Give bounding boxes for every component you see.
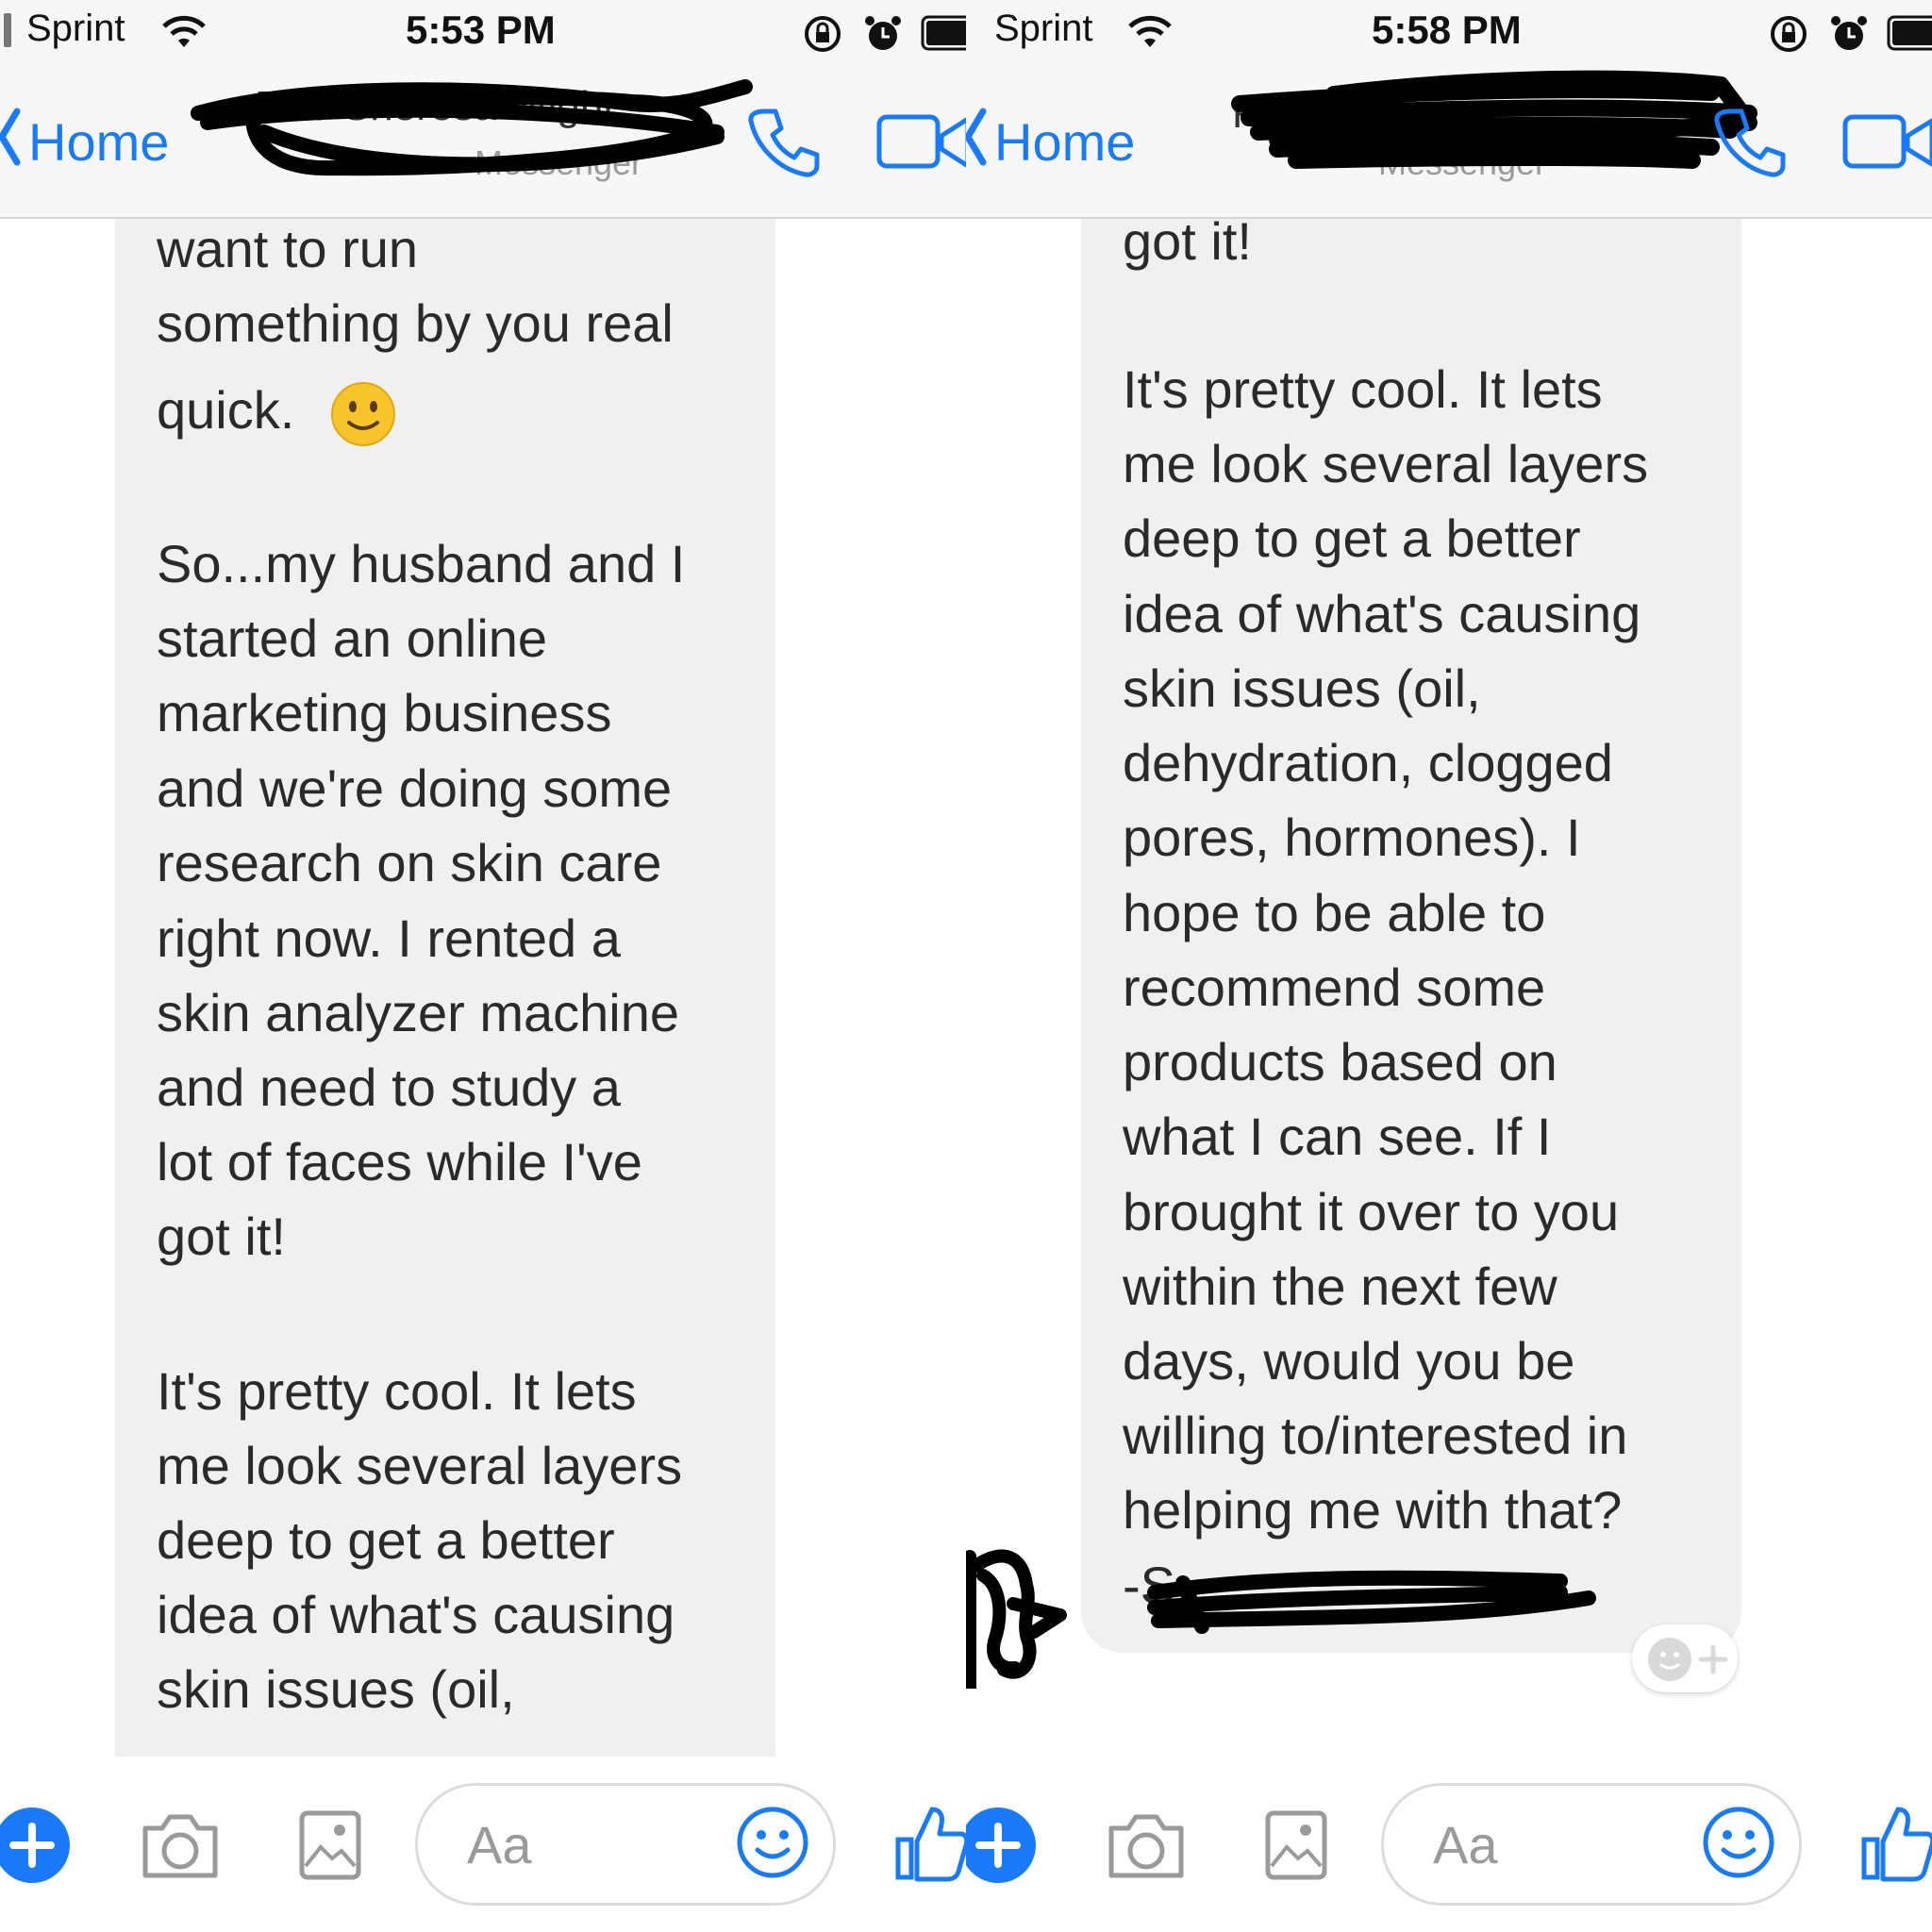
signal-icon <box>4 13 11 47</box>
add-button-plus-icon[interactable] <box>966 1806 1038 1885</box>
message-line: It's pretty cool. It lets <box>157 1361 637 1421</box>
message-input-placeholder: Aa <box>467 1815 532 1874</box>
phone-call-icon[interactable] <box>745 104 821 179</box>
message-line: products based on <box>1123 1032 1557 1091</box>
rotation-lock-icon <box>1771 16 1807 52</box>
battery-icon <box>1887 15 1932 51</box>
message-line: marketing business <box>157 683 612 742</box>
emoji-icon[interactable] <box>1701 1805 1776 1880</box>
message-input[interactable]: Aa <box>415 1783 836 1906</box>
message-input[interactable]: Aa <box>1381 1783 1802 1906</box>
redacted-avatar <box>966 1549 1067 1689</box>
left-screenshot: Sprint 5:53 PM Home Roo Sheresa Wight Me… <box>0 0 966 1932</box>
message-line: within the next few <box>1123 1257 1557 1316</box>
message-line: got it! <box>1123 211 1252 271</box>
thumbs-up-like-icon[interactable] <box>1860 1804 1932 1883</box>
message-line: got it! <box>157 1207 286 1266</box>
message-composer: Aa <box>966 1757 1932 1932</box>
message-line: and we're doing some <box>157 758 673 818</box>
signature-redaction-scribble <box>1147 1570 1596 1634</box>
message-line: me look several layers <box>1123 434 1649 493</box>
message-line: deep to get a better <box>157 1510 615 1570</box>
battery-icon <box>921 15 966 51</box>
message-line: skin analyzer machine <box>157 983 680 1042</box>
message-line: dehydration, clogged <box>1123 733 1613 792</box>
message-line: It's pretty cool. It lets <box>1123 359 1603 419</box>
message-line: pores, hormones). I <box>1123 808 1581 867</box>
message-line: started an online <box>157 608 548 668</box>
message-line: idea of what's causing <box>1123 584 1641 643</box>
status-bar: Sprint 5:53 PM <box>0 0 966 66</box>
message-line: brought it over to you <box>1123 1182 1620 1241</box>
message-line: helping me with that? <box>1123 1480 1623 1540</box>
message-line: want to run <box>157 219 419 278</box>
message-line: deep to get a better <box>1123 508 1581 568</box>
message-line: So...my husband and I <box>157 534 686 593</box>
redaction-scribble <box>1231 70 1757 169</box>
add-reaction-icon <box>1648 1638 1728 1681</box>
conversation-header: Home Roo Sheresa Wight Messenger <box>0 66 966 219</box>
status-time: 5:53 PM <box>406 8 556 52</box>
message-line: quick. <box>157 380 295 440</box>
message-line: skin issues (oil, <box>1123 658 1481 718</box>
message-line: and need to study a <box>157 1058 621 1117</box>
message-line: hope to be able to <box>1123 883 1546 942</box>
wifi-icon <box>162 15 206 47</box>
right-screenshot: Sprint 5:58 PM Home R Messenger got it! … <box>966 0 1932 1932</box>
message-line: days, would you be <box>1123 1331 1575 1391</box>
status-bar: Sprint 5:58 PM <box>966 0 1932 66</box>
emoji-icon[interactable] <box>735 1805 810 1880</box>
rotation-lock-icon <box>805 16 841 52</box>
message-line: what I can see. If I <box>1123 1107 1552 1166</box>
conversation-header: Home R Messenger <box>966 66 1932 219</box>
message-line: right now. I rented a <box>157 908 621 968</box>
photo-gallery-icon[interactable] <box>1264 1809 1328 1881</box>
message-line: willing to/interested in <box>1123 1406 1628 1465</box>
message-bubble: got it! It's pretty cool. It lets me loo… <box>1081 211 1741 1653</box>
slight-smile-emoji-icon <box>331 382 395 446</box>
carrier-label: Sprint <box>26 8 125 49</box>
camera-icon[interactable] <box>1106 1809 1187 1881</box>
redaction-scribble <box>191 79 753 176</box>
thumbs-up-like-icon[interactable] <box>894 1804 966 1883</box>
message-bubble: want to run something by you real quick.… <box>115 219 775 1757</box>
message-line: something by you real <box>157 293 674 353</box>
message-line: idea of what's causing <box>157 1585 675 1644</box>
status-time: 5:58 PM <box>1372 8 1522 52</box>
video-call-icon[interactable] <box>875 111 966 174</box>
carrier-label: Sprint <box>994 8 1093 49</box>
add-button-plus-icon[interactable] <box>0 1806 72 1885</box>
alarm-icon <box>865 16 901 50</box>
message-line: recommend some <box>1123 958 1546 1017</box>
phone-call-icon[interactable] <box>1711 104 1787 179</box>
message-input-placeholder: Aa <box>1433 1815 1498 1874</box>
message-composer: Aa <box>0 1757 966 1932</box>
message-line: research on skin care <box>157 833 662 892</box>
react-button[interactable] <box>1632 1624 1738 1692</box>
message-line: skin issues (oil, <box>157 1659 515 1719</box>
alarm-icon <box>1831 16 1867 50</box>
wifi-icon <box>1128 15 1172 47</box>
camera-icon[interactable] <box>140 1809 221 1881</box>
photo-gallery-icon[interactable] <box>298 1809 362 1881</box>
video-call-icon[interactable] <box>1841 111 1932 174</box>
message-line: lot of faces while I've <box>157 1132 642 1191</box>
message-line: me look several layers <box>157 1436 683 1495</box>
back-chevron-icon[interactable] <box>0 104 23 170</box>
